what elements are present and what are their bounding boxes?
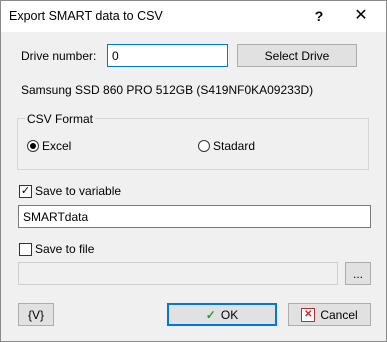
dialog-window: Export SMART data to CSV ? ✕ Drive numbe… [0,0,387,342]
save-to-variable-label: Save to variable [35,184,122,198]
variable-name-input[interactable] [18,205,371,228]
save-to-file-label: Save to file [35,242,95,256]
cancel-button[interactable]: ✕ Cancel [288,303,371,326]
radio-excel-indicator [27,140,39,152]
csv-format-label: CSV Format [25,112,96,126]
checkmark-icon: ✓ [205,307,216,322]
radio-standard-indicator [198,140,210,152]
drive-number-input[interactable] [107,44,228,67]
save-to-variable-checkbox[interactable]: ✓ Save to variable [19,184,121,198]
save-to-variable-checkmark: ✓ [19,184,32,198]
save-to-file-checkmark [19,242,32,256]
variables-button[interactable]: {V} [18,303,54,326]
select-drive-button[interactable]: Select Drive [237,44,357,67]
title-bar: Export SMART data to CSV ? ✕ [1,1,386,32]
close-button[interactable]: ✕ [349,4,373,28]
radio-standard[interactable]: Stadard [198,139,255,153]
help-button[interactable]: ? [307,4,331,28]
ok-button-label: OK [220,307,239,322]
radio-excel-label: Excel [42,139,72,153]
radio-standard-label: Stadard [213,139,256,153]
window-title: Export SMART data to CSV [9,9,163,23]
browse-file-button[interactable]: ... [345,262,371,285]
radio-excel[interactable]: Excel [27,139,71,153]
file-path-input [18,262,338,285]
save-to-file-checkbox[interactable]: Save to file [19,242,94,256]
cancel-button-label: Cancel [320,307,358,322]
drive-model-text: Samsung SSD 860 PRO 512GB (S419NF0KA0923… [21,83,314,97]
drive-number-label: Drive number: [21,49,97,63]
cancel-x-icon: ✕ [301,307,316,322]
ok-button[interactable]: ✓ OK [167,303,277,326]
